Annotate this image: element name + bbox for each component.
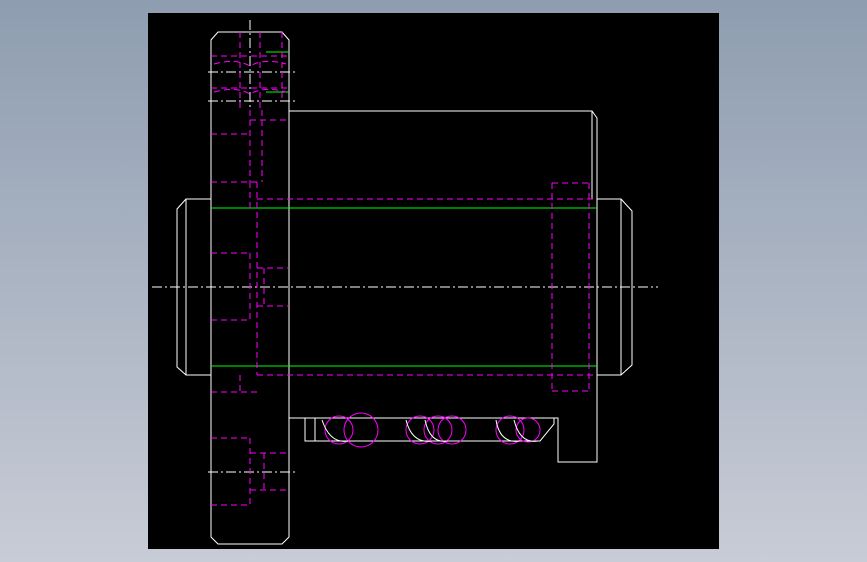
drawing-canvas[interactable]: [148, 13, 719, 549]
cad-drawing[interactable]: [0, 0, 867, 562]
cad-viewport[interactable]: [0, 0, 867, 562]
